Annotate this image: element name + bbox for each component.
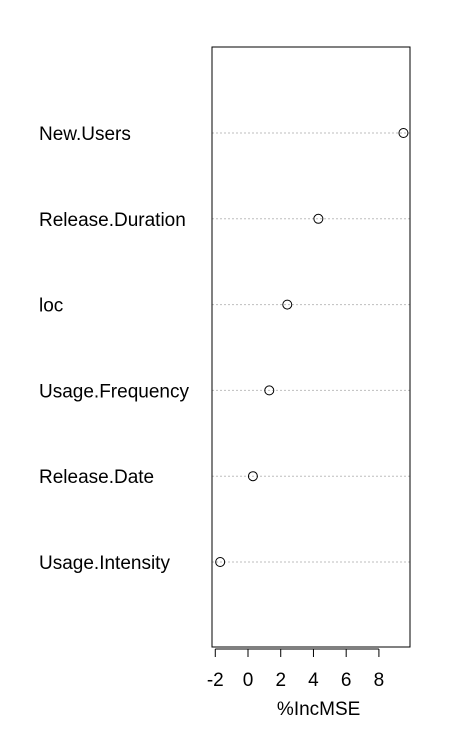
x-tick-label: 0 [243, 670, 254, 691]
variable-label: Release.Duration [39, 210, 186, 231]
x-tick-label: 4 [308, 670, 319, 691]
x-tick-label: 2 [275, 670, 286, 691]
variable-importance-dotchart: New.Users Release.Duration loc Usage.Freque… [39, 46, 411, 720]
variable-label: Usage.Frequency [39, 381, 189, 402]
x-axis-title: %IncMSE [277, 699, 360, 720]
data-points [215, 128, 409, 567]
guide-lines [212, 132, 410, 563]
x-tick-label: 6 [341, 670, 352, 691]
x-axis: -2 0 2 4 6 8 [207, 648, 385, 691]
variable-label: New.Users [39, 124, 131, 145]
x-tick-label: 8 [374, 670, 385, 691]
variable-label: Usage.Intensity [39, 553, 170, 574]
plot-frame [211, 46, 411, 648]
variable-label: loc [39, 296, 63, 317]
variable-labels: New.Users Release.Duration loc Usage.Freque… [39, 124, 189, 574]
variable-label: Release.Date [39, 467, 154, 488]
x-tick-label: -2 [207, 670, 224, 691]
